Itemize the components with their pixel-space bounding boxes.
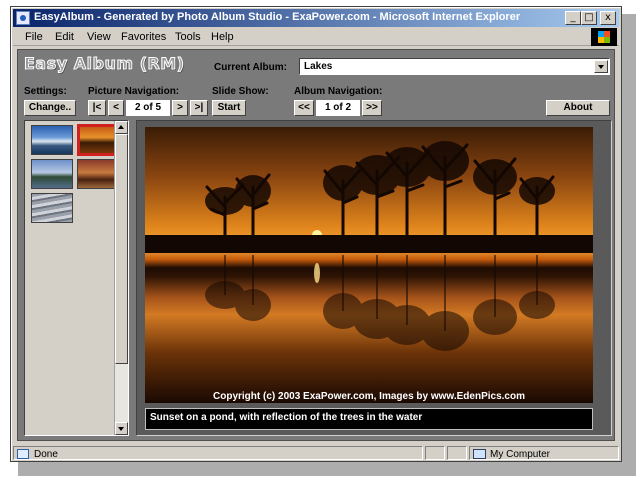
thumbnail-1[interactable] bbox=[31, 125, 73, 155]
minimize-button[interactable]: _ bbox=[565, 11, 581, 25]
windows-logo-icon bbox=[591, 28, 617, 46]
close-button[interactable]: x bbox=[600, 11, 616, 25]
album-nav-label: Album Navigation: bbox=[294, 86, 383, 97]
maximize-button[interactable]: □ bbox=[581, 11, 597, 25]
photo-copyright: Copyright (c) 2003 ExaPower.com, Images … bbox=[213, 391, 525, 402]
picture-nav-label: Picture Navigation: bbox=[88, 86, 180, 97]
menu-bar: File Edit View Favorites Tools Help bbox=[13, 28, 619, 46]
prev-picture-button[interactable]: < bbox=[108, 100, 124, 116]
browser-window: EasyAlbum - Generated by Photo Album Stu… bbox=[10, 6, 622, 462]
current-album-label: Current Album: bbox=[214, 62, 287, 73]
next-picture-button[interactable]: > bbox=[172, 100, 188, 116]
status-zone-text: My Computer bbox=[490, 449, 551, 460]
prev-album-button[interactable]: << bbox=[294, 100, 314, 116]
about-button[interactable]: About bbox=[546, 100, 610, 116]
album-position: 1 of 2 bbox=[316, 100, 360, 116]
next-album-button[interactable]: >> bbox=[362, 100, 382, 116]
page-done-icon bbox=[17, 449, 29, 459]
photo-caption: Sunset on a pond, with reflection of the… bbox=[145, 408, 593, 430]
menu-help[interactable]: Help bbox=[211, 31, 234, 43]
status-main: Done bbox=[13, 446, 423, 460]
window-title: EasyAlbum - Generated by Photo Album Stu… bbox=[34, 11, 521, 23]
settings-label: Settings: bbox=[24, 86, 67, 97]
status-spacer-2 bbox=[447, 446, 467, 460]
status-spacer-1 bbox=[425, 446, 445, 460]
status-text: Done bbox=[34, 449, 58, 460]
main-photo: Copyright (c) 2003 ExaPower.com, Images … bbox=[145, 127, 593, 403]
menu-tools[interactable]: Tools bbox=[175, 31, 201, 43]
my-computer-icon bbox=[473, 449, 486, 459]
picture-position: 2 of 5 bbox=[126, 100, 170, 116]
scroll-up-icon[interactable] bbox=[115, 121, 128, 134]
album-app: Easy Album (RM) Current Album: Lakes Set… bbox=[17, 49, 615, 441]
title-bar: EasyAlbum - Generated by Photo Album Stu… bbox=[13, 9, 619, 27]
scroll-down-icon[interactable] bbox=[115, 422, 128, 435]
app-logo: Easy Album (RM) bbox=[24, 54, 185, 74]
thumbnail-4[interactable] bbox=[77, 159, 119, 189]
status-zone: My Computer bbox=[469, 446, 619, 460]
menu-view[interactable]: View bbox=[87, 31, 111, 43]
photo-frame: Copyright (c) 2003 ExaPower.com, Images … bbox=[136, 120, 612, 436]
thumbnail-scrollbar[interactable] bbox=[114, 121, 128, 435]
album-select-value: Lakes bbox=[304, 61, 333, 72]
change-settings-button[interactable]: Change.. bbox=[24, 100, 76, 116]
thumbnail-panel bbox=[24, 120, 129, 436]
chevron-down-icon[interactable] bbox=[594, 60, 608, 73]
album-select[interactable]: Lakes bbox=[299, 58, 610, 75]
tree-silhouettes bbox=[145, 141, 593, 351]
start-slideshow-button[interactable]: Start bbox=[212, 100, 246, 116]
first-picture-button[interactable]: |< bbox=[88, 100, 106, 116]
slideshow-label: Slide Show: bbox=[212, 86, 269, 97]
status-bar: Done My Computer bbox=[13, 445, 619, 461]
menu-favorites[interactable]: Favorites bbox=[121, 31, 166, 43]
menu-file[interactable]: File bbox=[25, 31, 43, 43]
ie-page-icon bbox=[16, 11, 30, 25]
scroll-thumb[interactable] bbox=[115, 134, 128, 364]
thumbnail-5[interactable] bbox=[31, 193, 73, 223]
last-picture-button[interactable]: >| bbox=[190, 100, 208, 116]
menu-edit[interactable]: Edit bbox=[55, 31, 74, 43]
thumbnail-3[interactable] bbox=[31, 159, 73, 189]
